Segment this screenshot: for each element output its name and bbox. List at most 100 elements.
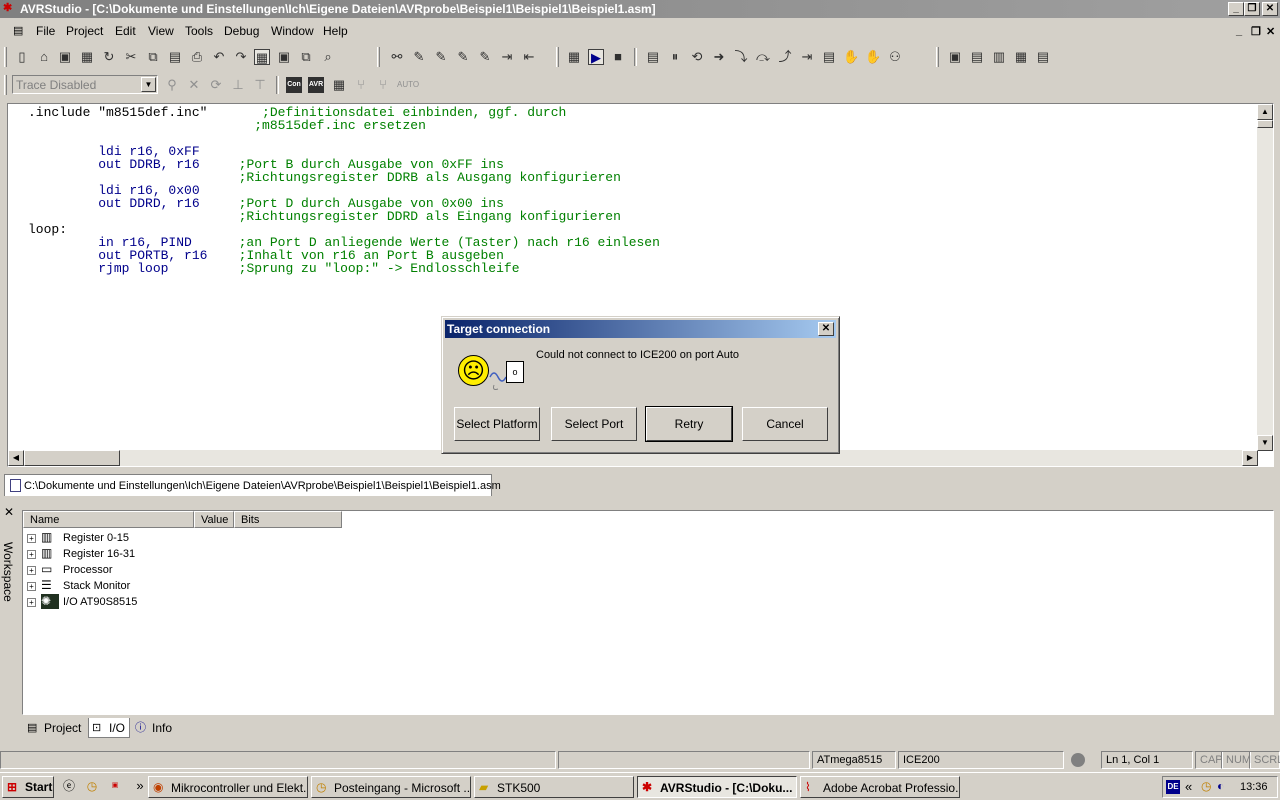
quicklaunch-more-icon[interactable]: » [132,778,148,794]
task-outlook[interactable]: ◷ Posteingang - Microsoft ... [311,776,471,798]
menu-tools[interactable]: Tools [185,24,213,38]
scroll-up-icon[interactable]: ▲ [1257,104,1273,120]
trace-filter-icon[interactable]: ⚲ [164,77,180,93]
trace-select[interactable]: Trace Disabled ▼ [12,75,158,94]
toolbar-grip[interactable] [377,47,380,67]
maximize-button[interactable]: ❐ [1244,2,1260,16]
minimize-button[interactable]: _ [1228,2,1244,16]
run-to-cursor-icon[interactable]: ⇥ [799,49,815,65]
start-button[interactable]: ⊞ Start [2,776,54,798]
binoculars-icon[interactable]: ⚯ [389,49,405,65]
bookmark-next-icon[interactable]: ✎ [433,49,449,65]
code-line[interactable]: ;m8515def.inc ersetzen [28,119,660,132]
menu-debug[interactable]: Debug [224,24,259,38]
indent-icon[interactable]: ⇥ [499,49,515,65]
step-into-icon[interactable]: ⤵ [733,49,749,65]
code-line[interactable]: ;Richtungsregister DDRD als Eingang konf… [28,210,660,223]
toolbar-grip[interactable] [4,47,7,67]
task-acrobat[interactable]: ⌇ Adobe Acrobat Professio... [800,776,960,798]
undo-icon[interactable]: ↶ [211,49,227,65]
dialog-close-button[interactable]: ✕ [818,322,834,336]
network-tray-icon[interactable]: ◐ [1217,779,1224,793]
tab-io[interactable]: ⊡ I/O [88,718,131,738]
con-icon[interactable]: Con [286,77,302,93]
watch-icon[interactable]: ⚇ [887,49,903,65]
column-bits[interactable]: Bits [234,511,342,528]
mdi-minimize-button[interactable]: _ [1236,25,1242,37]
outlook-tray-icon[interactable]: ◷ [1201,779,1211,793]
disassembler-icon[interactable]: ▦ [1013,49,1029,65]
output-view-icon[interactable]: ▣ [276,49,292,65]
code-area[interactable]: .include "m8515def.inc" ;Definitionsdate… [28,106,660,275]
reload-icon[interactable]: ↻ [101,49,117,65]
toolbar-grip[interactable] [556,47,559,67]
avr-icon[interactable]: AVR [308,77,324,93]
column-value[interactable]: Value [194,511,234,528]
outdent-icon[interactable]: ⇤ [521,49,537,65]
code-line[interactable]: rjmp loop ;Sprung zu "loop:" -> Endlossc… [28,262,660,275]
trace-clear-icon[interactable]: ✕ [186,77,202,93]
task-firefox[interactable]: ◉ Mikrocontroller und Elekt... [148,776,308,798]
expand-icon[interactable]: + [27,550,36,559]
scroll-right-icon[interactable]: ▶ [1242,450,1258,466]
menu-edit[interactable]: Edit [115,24,136,38]
scroll-thumb[interactable] [1257,120,1273,128]
menu-file[interactable]: File [36,24,55,38]
auto-icon[interactable]: AUTO [397,77,419,93]
trace-up-icon[interactable]: ⊤ [252,77,268,93]
ie-quicklaunch-icon[interactable]: ⓔ [61,778,77,794]
tab-project[interactable]: ▤ Project [24,718,85,738]
retry-button[interactable]: Retry [645,406,733,442]
paste-icon[interactable]: ▤ [167,49,183,65]
bookmark-clear-icon[interactable]: ✎ [477,49,493,65]
workspace-close-icon[interactable]: ✕ [4,505,14,519]
scroll-thumb[interactable] [24,450,120,466]
print-icon[interactable]: ⎙ [189,49,205,65]
menu-view[interactable]: View [148,24,174,38]
step-over-icon[interactable]: ⤼ [755,49,771,65]
breakpoint-hand-icon[interactable]: ✋ [843,49,859,65]
toolbar-grip[interactable] [4,75,7,95]
menu-help[interactable]: Help [323,24,348,38]
chevron-down-icon[interactable]: ▼ [141,77,156,92]
expand-icon[interactable]: + [27,534,36,543]
step-window-icon[interactable]: ▤ [645,49,661,65]
bookmark-toggle-icon[interactable]: ✎ [411,49,427,65]
trace-merge-icon[interactable]: ⑂ [375,77,391,93]
cut-icon[interactable]: ✂ [123,49,139,65]
run-icon[interactable]: ▶ [588,49,604,65]
expand-icon[interactable]: + [27,598,36,607]
step-out-icon[interactable]: ⤴ [777,49,793,65]
menu-window[interactable]: Window [271,24,314,38]
find-window-icon[interactable]: ⌕ [320,49,336,65]
pause-icon[interactable]: ⏸ [667,49,683,65]
trace-branch-icon[interactable]: ⑂ [353,77,369,93]
expand-icon[interactable]: + [27,566,36,575]
column-name[interactable]: Name [23,511,194,528]
auto-step-icon[interactable]: ▤ [821,49,837,65]
task-stk500[interactable]: ▰ STK500 [474,776,634,798]
chip-settings-icon[interactable]: ▦ [331,77,347,93]
mdi-restore-button[interactable]: ❐ [1251,25,1261,38]
workspace-toggle-icon[interactable]: ▦ [254,49,270,65]
menu-project[interactable]: Project [66,24,103,38]
dialog-title-bar[interactable]: Target connection ✕ [445,320,836,338]
bookmark-prev-icon[interactable]: ✎ [455,49,471,65]
select-port-button[interactable]: Select Port [551,407,637,441]
new-file-icon[interactable]: ▯ [14,49,30,65]
scroll-down-icon[interactable]: ▼ [1257,435,1273,451]
expand-icon[interactable]: + [27,582,36,591]
open-folder-icon[interactable]: ⌂ [36,49,52,65]
app-quicklaunch-icon[interactable]: ▣ [107,778,123,794]
save-all-icon[interactable]: ▦ [79,49,95,65]
language-indicator[interactable]: DE [1166,780,1180,794]
cancel-button[interactable]: Cancel [742,407,828,441]
copy-icon[interactable]: ⧉ [145,49,161,65]
clear-breakpoints-icon[interactable]: ✋ [865,49,881,65]
reset-icon[interactable]: ⟲ [689,49,705,65]
select-platform-button[interactable]: Select Platform [454,407,540,441]
trace-step-icon[interactable]: ⟳ [208,77,224,93]
outlook-quicklaunch-icon[interactable]: ◷ [84,778,100,794]
memory-view-icon[interactable]: ▣ [947,49,963,65]
mdi-close-button[interactable]: ✕ [1266,25,1275,38]
